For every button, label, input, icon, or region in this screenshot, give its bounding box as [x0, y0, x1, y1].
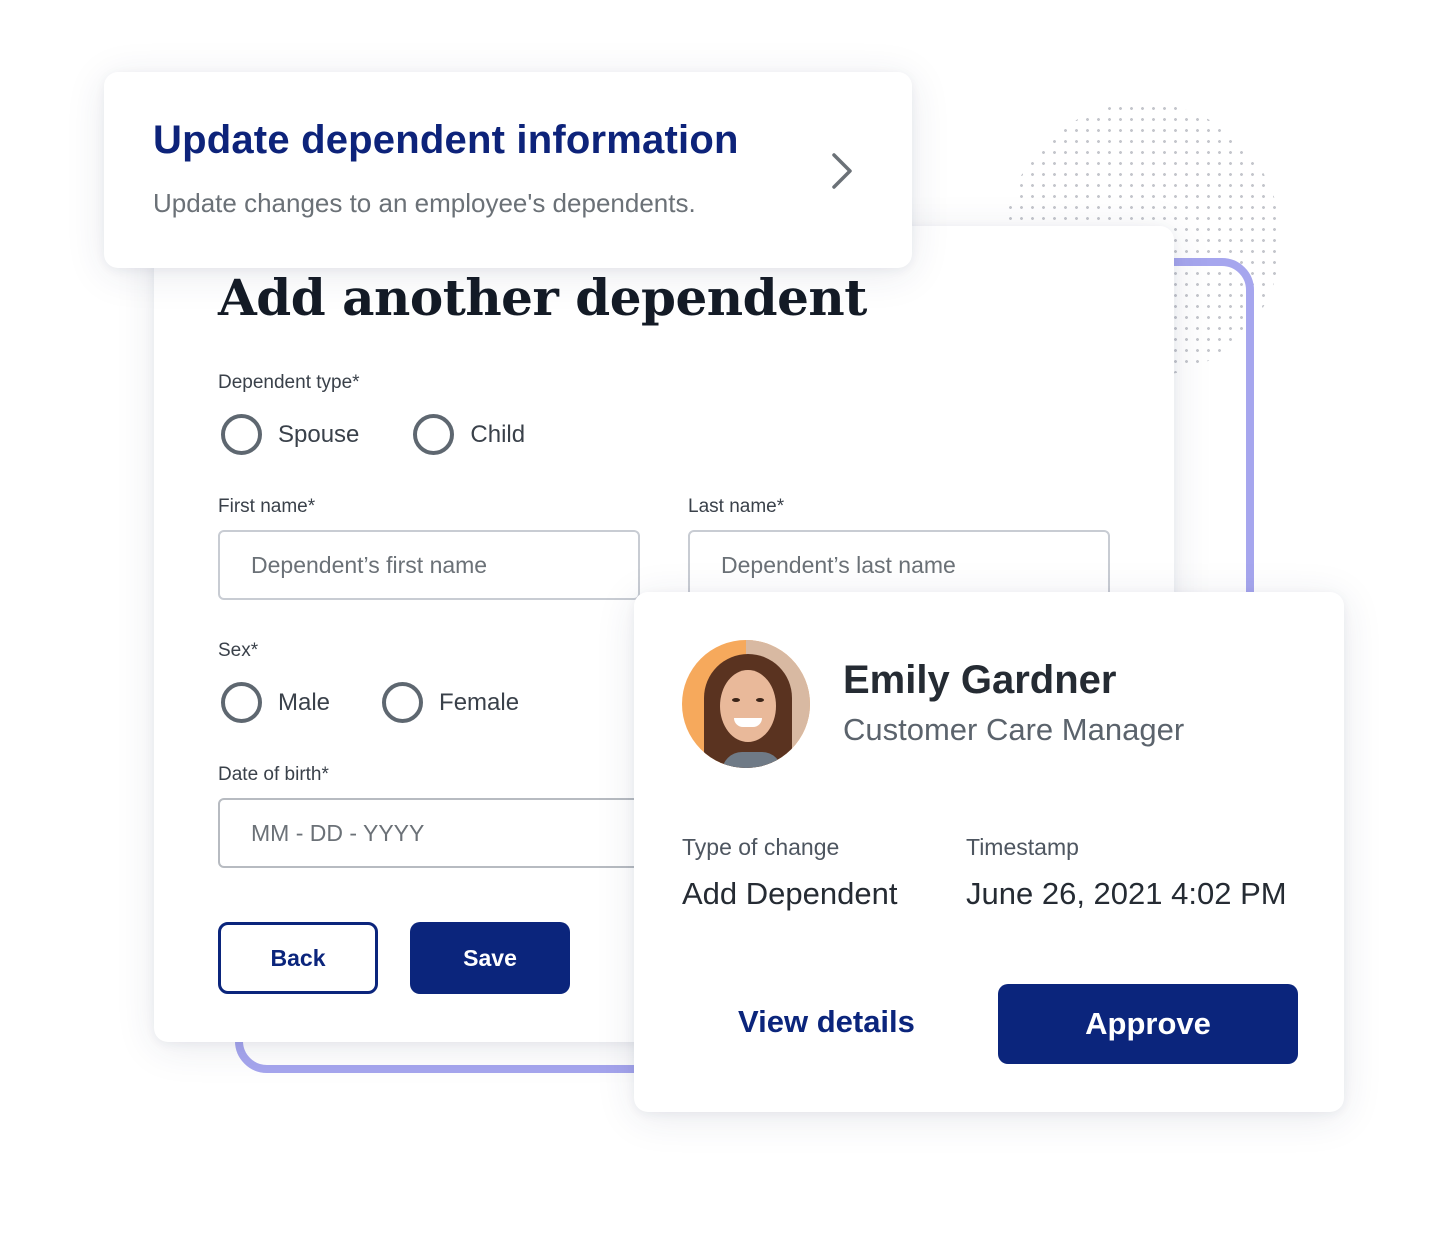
radio-label: Female: [439, 688, 520, 716]
avatar-eye: [756, 698, 764, 702]
approval-card: Emily Gardner Customer Care Manager Type…: [634, 592, 1344, 1112]
view-details-link[interactable]: View details: [738, 1004, 915, 1040]
last-name-label: Last name*: [688, 496, 785, 517]
radio-circle-icon[interactable]: [413, 414, 455, 455]
first-name-input[interactable]: Dependent’s first name: [218, 530, 640, 600]
radio-label: Spouse: [278, 420, 360, 448]
radio-male[interactable]: Male: [221, 682, 330, 723]
dependent-type-radio-group: Spouse Child: [221, 414, 525, 455]
avatar-shirt: [722, 752, 782, 768]
dependent-type-label: Dependent type*: [218, 372, 360, 393]
person-name: Emily Gardner: [843, 658, 1117, 702]
timestamp-label: Timestamp: [966, 834, 1079, 860]
avatar-face: [720, 670, 776, 742]
radio-child[interactable]: Child: [413, 414, 525, 455]
avatar-eye: [732, 698, 740, 702]
save-button[interactable]: Save: [410, 922, 570, 994]
type-of-change-label: Type of change: [682, 834, 840, 860]
sex-radio-group: Male Female: [221, 682, 519, 723]
update-card-subtitle: Update changes to an employee's dependen…: [153, 188, 696, 218]
last-name-placeholder: Dependent’s last name: [721, 551, 956, 578]
radio-circle-icon[interactable]: [221, 414, 262, 455]
dob-label: Date of birth*: [218, 764, 329, 785]
radio-circle-icon[interactable]: [221, 682, 262, 723]
type-of-change-value: Add Dependent: [682, 876, 898, 911]
sex-label: Sex*: [218, 640, 259, 661]
first-name-placeholder: Dependent’s first name: [251, 551, 488, 578]
approve-button[interactable]: Approve: [998, 984, 1298, 1064]
back-button[interactable]: Back: [218, 922, 378, 994]
radio-label: Child: [470, 420, 526, 448]
radio-spouse[interactable]: Spouse: [221, 414, 359, 455]
radio-label: Male: [278, 688, 331, 716]
chevron-right-icon[interactable]: [830, 152, 856, 190]
person-role: Customer Care Manager: [843, 712, 1185, 747]
dob-placeholder: MM - DD - YYYY: [251, 819, 425, 846]
form-title: Add another dependent: [218, 268, 867, 327]
avatar: [682, 640, 810, 768]
timestamp-value: June 26, 2021 4:02 PM: [966, 876, 1287, 911]
update-card-title: Update dependent information: [153, 118, 739, 162]
last-name-input[interactable]: Dependent’s last name: [688, 530, 1110, 600]
radio-female[interactable]: Female: [382, 682, 519, 723]
update-dependent-card[interactable]: Update dependent information Update chan…: [104, 72, 912, 268]
radio-circle-icon[interactable]: [382, 682, 424, 723]
first-name-label: First name*: [218, 496, 316, 517]
